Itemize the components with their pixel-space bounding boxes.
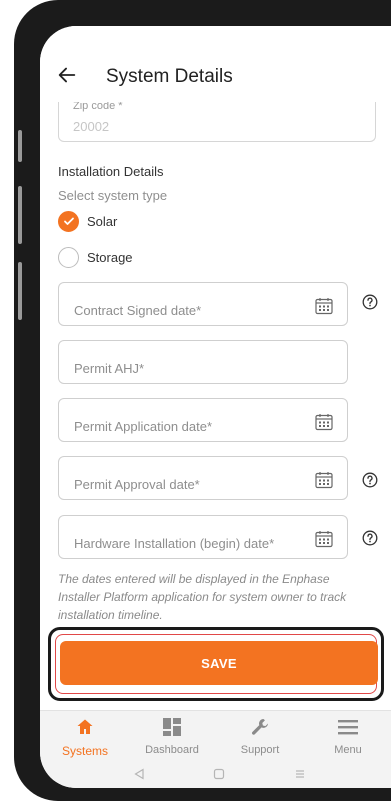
timeline-note: The dates entered will be displayed in t… — [58, 572, 347, 622]
dashboard-icon — [163, 718, 181, 736]
check-icon — [63, 217, 74, 225]
radio-solar-label: Solar — [87, 213, 118, 229]
save-button[interactable]: SAVE — [60, 641, 378, 685]
permit-application-date-field[interactable]: Permit Application date* — [58, 398, 348, 442]
menu-icon — [338, 720, 358, 735]
side-button — [18, 262, 22, 320]
help-icon[interactable] — [362, 294, 378, 310]
nav-dashboard-label: Dashboard — [145, 744, 199, 756]
contract-signed-date-placeholder: Contract Signed date* — [74, 303, 202, 318]
permit-application-date-placeholder: Permit Application date* — [74, 419, 213, 434]
save-highlight-frame: SAVE — [48, 627, 384, 701]
calendar-icon[interactable] — [315, 530, 333, 548]
app-header: System Details — [40, 26, 391, 102]
nav-support[interactable]: Support — [220, 711, 300, 761]
bottom-nav: Systems Dashboard Support Menu — [40, 710, 391, 760]
nav-menu[interactable]: Menu — [308, 711, 388, 761]
home-icon — [77, 719, 93, 734]
zip-code-value[interactable]: 20002 — [73, 119, 109, 134]
calendar-icon[interactable] — [315, 297, 333, 315]
permit-ahj-field[interactable]: Permit AHJ* — [58, 340, 348, 384]
back-arrow-icon[interactable] — [56, 64, 78, 86]
nav-menu-label: Menu — [334, 744, 362, 756]
permit-approval-date-placeholder: Permit Approval date* — [74, 477, 200, 492]
radio-solar[interactable]: Solar — [58, 210, 117, 232]
nav-systems[interactable]: Systems — [45, 711, 125, 761]
nav-systems-label: Systems — [61, 744, 108, 758]
hardware-installation-date-field[interactable]: Hardware Installation (begin) date* — [58, 515, 348, 559]
system-back-icon[interactable] — [133, 768, 145, 780]
installation-details-title: Installation Details — [58, 164, 164, 179]
side-button — [18, 186, 22, 244]
side-button — [18, 130, 22, 162]
radio-unchecked-icon[interactable] — [58, 246, 79, 268]
permit-approval-date-field[interactable]: Permit Approval date* — [58, 456, 348, 500]
radio-storage-label: Storage — [87, 249, 133, 265]
select-system-type-label: Select system type — [58, 188, 168, 203]
calendar-icon[interactable] — [315, 413, 333, 431]
system-home-icon[interactable] — [213, 768, 225, 780]
contract-signed-date-field[interactable]: Contract Signed date* — [58, 282, 348, 326]
radio-checked-icon[interactable] — [58, 210, 79, 232]
calendar-icon[interactable] — [315, 471, 333, 489]
system-recents-icon[interactable] — [294, 768, 306, 780]
nav-dashboard[interactable]: Dashboard — [132, 711, 212, 761]
help-icon[interactable] — [362, 472, 378, 488]
hardware-installation-date-placeholder: Hardware Installation (begin) date* — [74, 536, 275, 551]
permit-ahj-placeholder: Permit AHJ* — [74, 361, 145, 376]
radio-storage[interactable]: Storage — [58, 246, 133, 268]
wrench-icon — [252, 719, 268, 735]
system-nav-bar — [40, 760, 391, 788]
help-icon[interactable] — [362, 530, 378, 546]
nav-support-label: Support — [240, 744, 280, 756]
page-title: System Details — [106, 66, 233, 87]
app-screen: Zip code * 20002 System Details Installa… — [40, 26, 391, 788]
